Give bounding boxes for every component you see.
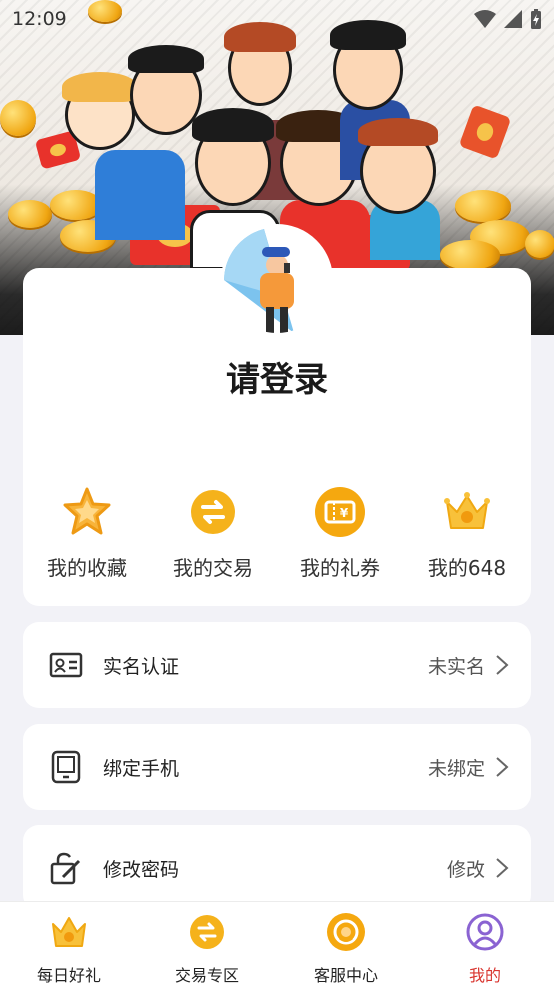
quick-action-coupons[interactable]: ¥ 我的礼券 <box>285 486 395 581</box>
wifi-icon <box>474 10 496 28</box>
chevron-right-icon <box>496 757 509 777</box>
tab-label: 客服中心 <box>313 966 378 984</box>
quick-action-favorites[interactable]: 我的收藏 <box>32 486 142 581</box>
login-prompt[interactable]: 请登录 <box>0 352 554 401</box>
tab-daily-gifts[interactable]: 每日好礼 <box>0 902 138 984</box>
row-value: 未绑定 <box>427 757 485 780</box>
user-icon <box>466 913 504 951</box>
row-value: 修改 <box>446 858 485 881</box>
tab-mine[interactable]: 我的 <box>416 902 554 984</box>
headset-icon <box>327 913 365 951</box>
tab-label: 我的 <box>468 966 501 984</box>
svg-text:¥: ¥ <box>340 506 349 520</box>
signal-icon <box>504 10 522 28</box>
row-change-password[interactable]: 修改密码 修改 <box>23 825 531 911</box>
coupon-icon: ¥ <box>315 487 365 537</box>
tab-trade-zone[interactable]: 交易专区 <box>138 902 276 984</box>
row-real-name-auth[interactable]: 实名认证 未实名 <box>23 622 531 708</box>
quick-action-label: 我的648 <box>427 556 507 580</box>
row-label: 绑定手机 <box>103 757 180 780</box>
status-bar: 12:09 <box>0 0 554 38</box>
quick-action-label: 我的收藏 <box>47 556 127 580</box>
avatar[interactable] <box>221 224 333 336</box>
row-label: 实名认证 <box>103 655 180 678</box>
bottom-tab-bar: 每日好礼 交易专区 客服中心 我的 <box>0 901 554 984</box>
tab-label: 每日好礼 <box>36 966 101 984</box>
quick-action-648[interactable]: 我的648 <box>412 486 522 581</box>
exchange-icon <box>191 490 235 534</box>
crown-icon <box>52 917 86 947</box>
tab-label: 交易专区 <box>174 966 239 984</box>
id-card-icon <box>49 652 83 678</box>
quick-action-label: 我的礼券 <box>300 556 380 580</box>
tab-customer-service[interactable]: 客服中心 <box>277 902 415 984</box>
exchange-icon <box>190 915 224 949</box>
chevron-right-icon <box>496 858 509 878</box>
crown-icon <box>444 492 490 529</box>
edit-lock-icon <box>50 852 81 885</box>
phone-icon <box>51 750 81 784</box>
quick-action-label: 我的交易 <box>173 556 253 580</box>
status-time: 12:09 <box>12 8 67 30</box>
battery-icon <box>531 9 541 29</box>
row-value: 未实名 <box>427 655 485 678</box>
quick-action-trades[interactable]: 我的交易 <box>158 486 268 581</box>
row-bind-phone[interactable]: 绑定手机 未绑定 <box>23 724 531 810</box>
star-icon <box>63 487 111 535</box>
chevron-right-icon <box>496 655 509 675</box>
row-label: 修改密码 <box>103 858 180 881</box>
